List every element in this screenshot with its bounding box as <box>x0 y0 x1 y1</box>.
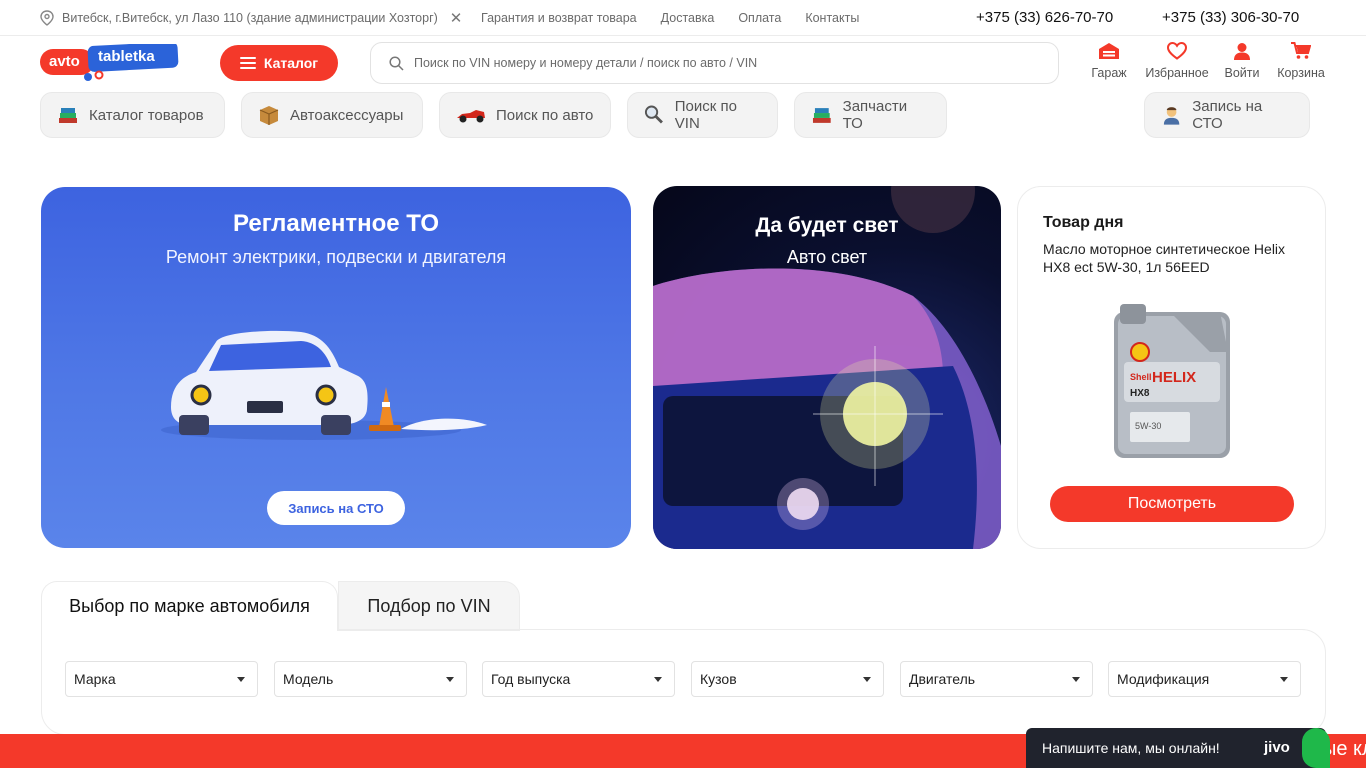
select-label: Двигатель <box>909 671 976 687</box>
quicknav-label: Запись на СТО <box>1192 98 1263 132</box>
select-engine[interactable]: Двигатель <box>900 661 1093 697</box>
phone-2[interactable]: +375 (33) 306-30-70 <box>1162 9 1299 26</box>
chevron-down-icon <box>237 677 245 682</box>
chevron-down-icon <box>654 677 662 682</box>
login-label: Войти <box>1224 66 1260 80</box>
search-input[interactable] <box>414 56 1014 70</box>
location-selector[interactable]: Витебск, г.Витебск, ул Лазо 110 (здание … <box>40 9 462 27</box>
link-contacts[interactable]: Контакты <box>805 11 859 25</box>
quicknav-catalog[interactable]: Каталог товаров <box>40 92 225 138</box>
bottle-line: HELIX <box>1152 369 1197 386</box>
racecar-icon <box>457 110 485 123</box>
view-product-button[interactable]: Посмотреть <box>1050 486 1294 522</box>
cart-label: Корзина <box>1277 66 1325 80</box>
select-model[interactable]: Модель <box>274 661 467 697</box>
select-body[interactable]: Кузов <box>691 661 884 697</box>
user-icon <box>1234 43 1250 60</box>
quicknav-label: Автоаксессуары <box>290 106 404 124</box>
cart-link[interactable]: Корзина <box>1271 42 1331 80</box>
banner-subtitle: Ремонт электрики, подвески и двигателя <box>165 247 507 267</box>
select-year[interactable]: Год выпуска <box>482 661 675 697</box>
service-booking-button[interactable]: Запись на СТО <box>267 491 405 525</box>
search-icon <box>389 55 404 71</box>
quicknav-label: Поиск по авто <box>496 106 594 124</box>
tab-vin[interactable]: Подбор по VIN <box>338 581 520 631</box>
bottle-model: HX8 <box>1130 388 1150 399</box>
car-illustration <box>161 330 487 440</box>
chat-text: Напишите нам, мы онлайн! <box>1042 740 1220 756</box>
close-icon[interactable]: ✕ <box>450 9 463 27</box>
banner-title: Регламентное ТО <box>232 210 439 237</box>
heart-icon <box>1167 42 1187 60</box>
select-label: Модификация <box>1117 671 1210 687</box>
garage-label: Гараж <box>1091 66 1127 80</box>
quicknav-car-search[interactable]: Поиск по авто <box>439 92 611 138</box>
books-icon <box>59 108 77 123</box>
favorites-label: Избранное <box>1145 66 1209 80</box>
box-icon <box>259 106 279 125</box>
garage-link[interactable]: Гараж <box>1079 42 1139 80</box>
select-brand[interactable]: Марка <box>65 661 258 697</box>
chevron-down-icon <box>1280 677 1288 682</box>
favorites-link[interactable]: Избранное <box>1145 42 1209 80</box>
product-name[interactable]: Масло моторное синтетическое Helix HX8 e… <box>1043 240 1293 276</box>
select-label: Модель <box>283 671 334 687</box>
logo[interactable]: avto tabletka <box>40 41 180 81</box>
chat-bubble-icon <box>1302 728 1330 768</box>
jivo-logo: jivo <box>1264 739 1290 756</box>
banner-maintenance[interactable]: Регламентное ТО Ремонт электрики, подвес… <box>41 187 631 548</box>
banner-title: Да будет свет <box>755 214 899 237</box>
chevron-down-icon <box>1072 677 1080 682</box>
magnifier-icon <box>644 105 663 124</box>
quicknav-label: Каталог товаров <box>89 106 204 124</box>
login-link[interactable]: Войти <box>1212 42 1272 80</box>
link-warranty[interactable]: Гарантия и возврат товара <box>481 11 637 25</box>
location-pin-icon <box>40 10 54 26</box>
quicknav-parts[interactable]: Запчасти ТО <box>794 92 947 138</box>
books-icon <box>812 108 831 123</box>
product-of-day-card: Товар дня Масло моторное синтетическое H… <box>1017 186 1326 549</box>
bottle-grade: 5W-30 <box>1135 421 1162 431</box>
link-payment[interactable]: Оплата <box>738 11 781 25</box>
link-delivery[interactable]: Доставка <box>661 11 715 25</box>
top-links: Гарантия и возврат товара Доставка Оплат… <box>481 11 859 25</box>
logo-text-avto: avto <box>49 53 80 70</box>
banner-subtitle: Авто свет <box>786 247 868 267</box>
phone-1[interactable]: +375 (33) 626-70-70 <box>976 9 1113 26</box>
select-label: Кузов <box>700 671 737 687</box>
search-box[interactable] <box>370 42 1059 84</box>
logo-text-tabletka: tabletka <box>98 48 155 65</box>
catalog-label: Каталог <box>263 55 319 71</box>
top-bar: Витебск, г.Витебск, ул Лазо 110 (здание … <box>0 0 1366 36</box>
chevron-down-icon <box>863 677 871 682</box>
quicknav-service-booking[interactable]: Запись на СТО <box>1144 92 1310 138</box>
select-label: Год выпуска <box>491 671 571 687</box>
tab-brand[interactable]: Выбор по марке автомобиля <box>41 581 338 631</box>
quicknav-label: Запчасти ТО <box>842 98 908 132</box>
product-of-day-heading: Товар дня <box>1043 214 1124 231</box>
menu-icon <box>239 57 256 69</box>
chevron-down-icon <box>446 677 454 682</box>
chat-widget[interactable]: Напишите нам, мы онлайн! jivo <box>1026 728 1330 768</box>
select-label: Марка <box>74 671 116 687</box>
quicknav-accessories[interactable]: Автоаксессуары <box>241 92 423 138</box>
banner-auto-light[interactable]: Да будет свет Авто свет <box>653 186 1001 549</box>
catalog-button[interactable]: Каталог <box>220 45 338 81</box>
quicknav-label: Поиск по VIN <box>674 98 737 132</box>
product-image[interactable]: Shell HELIX HX8 5W-30 <box>1110 302 1234 460</box>
location-text: Витебск, г.Витебск, ул Лазо 110 (здание … <box>62 11 438 25</box>
mechanic-icon <box>1163 107 1180 125</box>
garage-icon <box>1099 43 1119 59</box>
bottle-brand: Shell <box>1130 372 1152 382</box>
car-light-illustration <box>653 186 1001 549</box>
cart-icon <box>1291 42 1311 59</box>
select-modification[interactable]: Модификация <box>1108 661 1301 697</box>
quicknav-vin-search[interactable]: Поиск по VIN <box>627 92 778 138</box>
